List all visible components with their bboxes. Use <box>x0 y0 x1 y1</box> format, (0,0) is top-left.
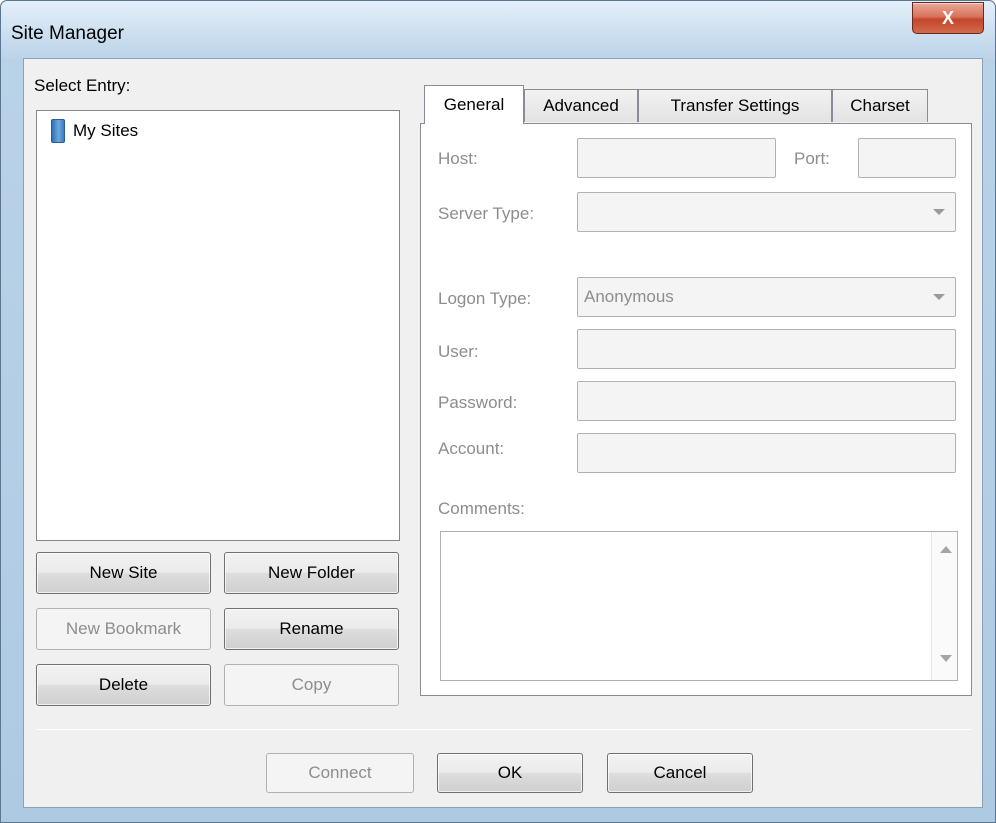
window-title: Site Manager <box>11 23 125 44</box>
copy-button[interactable]: Copy <box>224 664 399 706</box>
password-label: Password: <box>438 393 518 412</box>
title-bar[interactable]: Site Manager X <box>1 1 995 59</box>
comments-label: Comments: <box>438 499 525 518</box>
new-site-button[interactable]: New Site <box>36 552 211 594</box>
tab-charset[interactable]: Charset <box>832 89 928 122</box>
user-input[interactable] <box>577 329 956 369</box>
port-input[interactable] <box>858 138 956 178</box>
server-type-label: Server Type: <box>438 204 535 223</box>
connect-button[interactable]: Connect <box>266 753 414 793</box>
server-type-select[interactable] <box>577 192 956 232</box>
tree-item-my-sites[interactable]: My Sites <box>51 119 138 143</box>
scroll-up-icon[interactable] <box>940 546 952 553</box>
cancel-button[interactable]: Cancel <box>607 753 753 793</box>
footer-separator <box>36 729 972 730</box>
account-input[interactable] <box>577 433 956 473</box>
logon-type-select[interactable]: Anonymous <box>577 277 956 317</box>
logon-type-label: Logon Type: <box>438 289 532 308</box>
account-label: Account: <box>438 439 505 458</box>
folder-icon <box>51 119 65 143</box>
port-label: Port: <box>794 149 830 168</box>
comments-scrollbar[interactable] <box>931 532 957 680</box>
tab-transfer-settings[interactable]: Transfer Settings <box>638 89 832 122</box>
password-input[interactable] <box>577 381 956 421</box>
site-manager-window: Site Manager X Select Entry: My Sites Ne… <box>0 0 996 823</box>
new-bookmark-button[interactable]: New Bookmark <box>36 608 211 650</box>
separator <box>577 252 956 253</box>
scroll-down-icon[interactable] <box>940 655 952 662</box>
separator <box>438 252 565 253</box>
site-tree[interactable]: My Sites <box>36 110 400 541</box>
tree-item-label: My Sites <box>73 121 139 140</box>
close-button[interactable]: X <box>912 2 984 34</box>
host-label: Host: <box>438 149 478 168</box>
tab-advanced[interactable]: Advanced <box>524 89 638 122</box>
comments-textarea[interactable] <box>440 531 958 681</box>
user-label: User: <box>438 342 479 361</box>
new-folder-button[interactable]: New Folder <box>224 552 399 594</box>
ok-button[interactable]: OK <box>437 753 583 793</box>
delete-button[interactable]: Delete <box>36 664 211 706</box>
chevron-down-icon <box>933 294 945 300</box>
rename-button[interactable]: Rename <box>224 608 399 650</box>
host-input[interactable] <box>577 138 776 178</box>
dialog-client-area: Select Entry: My Sites New Site New Fold… <box>23 58 983 808</box>
tab-general[interactable]: General <box>424 85 524 124</box>
select-entry-label: Select Entry: <box>34 76 131 95</box>
chevron-down-icon <box>933 209 945 215</box>
close-icon: X <box>941 7 954 28</box>
